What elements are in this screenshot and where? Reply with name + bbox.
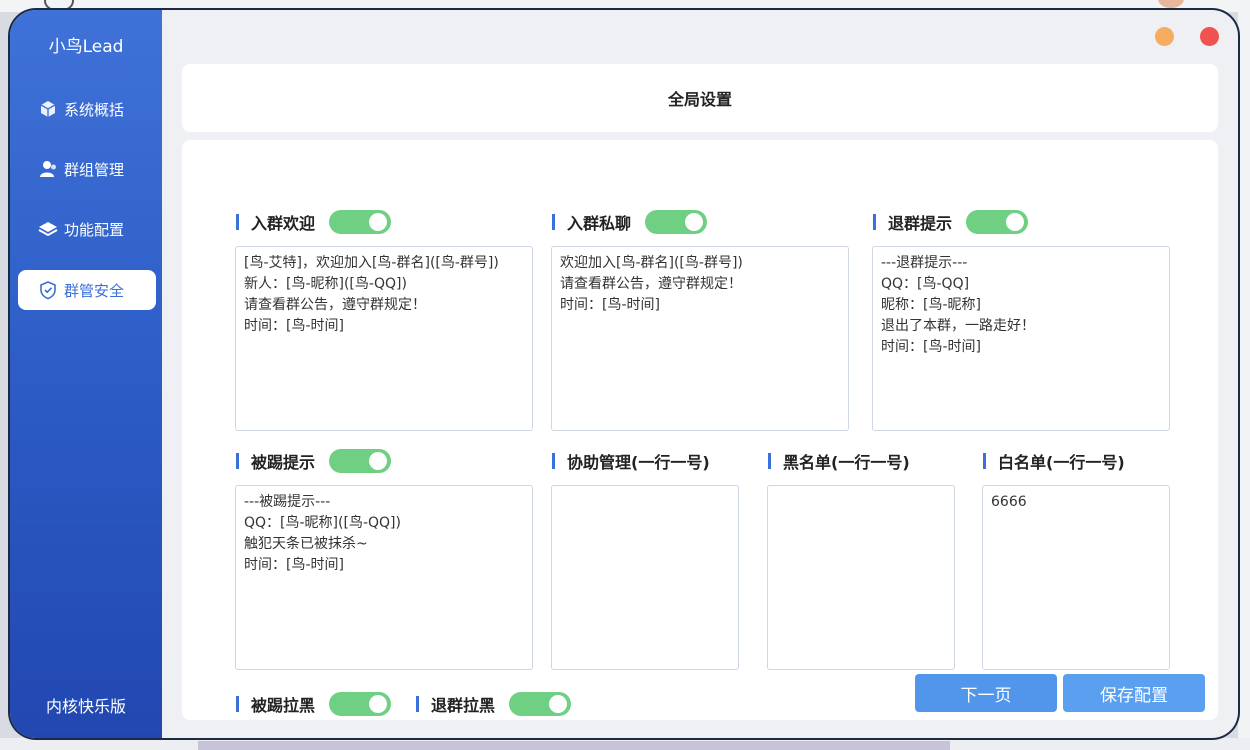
sidebar-item-label: 系统概括 [64, 100, 125, 119]
app-window: 小鸟Lead 系统概括 群组管理 功能配置 群管安全 内核快乐版 全局设置 入群… [10, 10, 1238, 738]
section-label: 白名单(一行一号) [998, 453, 1125, 472]
assist-admin-section: 协助管理(一行一号) [552, 449, 710, 473]
sidebar-item-label: 群组管理 [64, 160, 125, 179]
section-label: 被踢拉黑 [251, 696, 316, 715]
join-private-section: 入群私聊 [552, 210, 708, 234]
section-label: 入群私聊 [567, 214, 632, 233]
leave-notice-section: 退群提示 [873, 210, 1029, 234]
layers-icon [38, 219, 58, 239]
section-label: 协助管理(一行一号) [567, 453, 710, 472]
section-label: 黑名单(一行一号) [783, 453, 910, 472]
assist-admin-textarea[interactable] [551, 485, 739, 670]
section-label: 退群拉黑 [431, 696, 496, 715]
page-title: 全局设置 [667, 90, 732, 109]
leave-notice-toggle[interactable] [966, 210, 1029, 234]
toggle-knob [685, 213, 704, 231]
toggle-knob [1006, 213, 1025, 231]
leave-blacklist-toggle[interactable] [509, 692, 572, 716]
sidebar-item-feature-config[interactable]: 功能配置 [18, 209, 156, 249]
sidebar-item-overview[interactable]: 系统概括 [18, 89, 156, 129]
join-private-toggle[interactable] [645, 210, 708, 234]
join-welcome-textarea[interactable]: [鸟-艾特]，欢迎加入[鸟-群名]([鸟-群号]) 新人：[鸟-昵称]([鸟-Q… [235, 246, 533, 431]
sidebar-item-group-security[interactable]: 群管安全 [18, 270, 156, 310]
page-header: 全局设置 [182, 64, 1218, 132]
toggle-knob [549, 695, 568, 713]
leave-blacklist-section: 退群拉黑 [416, 692, 572, 716]
close-button[interactable] [1200, 27, 1219, 46]
section-label: 退群提示 [888, 214, 953, 233]
sidebar-item-label: 群管安全 [64, 281, 125, 300]
join-private-textarea[interactable]: 欢迎加入[鸟-群名]([鸟-群号]) 请查看群公告，遵守群规定！ 时间：[鸟-时… [551, 246, 849, 431]
whitelist-textarea[interactable]: 6666 [982, 485, 1170, 670]
sidebar: 小鸟Lead 系统概括 群组管理 功能配置 群管安全 内核快乐版 [10, 10, 162, 738]
version-label: 内核快乐版 [45, 697, 126, 716]
kick-notice-toggle[interactable] [329, 449, 392, 473]
next-page-button[interactable]: 下一页 [915, 674, 1057, 712]
section-marker [552, 453, 555, 469]
background-taskbar [198, 741, 950, 750]
blacklist-textarea[interactable] [767, 485, 955, 670]
section-marker [236, 453, 239, 469]
kick-blacklist-section: 被踢拉黑 [236, 692, 392, 716]
app-title: 小鸟Lead [48, 37, 124, 57]
toggle-knob [369, 213, 388, 231]
section-label: 入群欢迎 [251, 214, 316, 233]
leave-notice-textarea[interactable]: ---退群提示--- QQ：[鸟-QQ] 昵称：[鸟-昵称] 退出了本群，一路走… [872, 246, 1170, 431]
section-marker [873, 214, 876, 230]
section-label: 被踢提示 [251, 453, 316, 472]
section-marker [552, 214, 555, 230]
join-welcome-toggle[interactable] [329, 210, 392, 234]
settings-panel: 入群欢迎 [鸟-艾特]，欢迎加入[鸟-群名]([鸟-群号]) 新人：[鸟-昵称]… [182, 140, 1218, 720]
section-marker [236, 214, 239, 230]
section-marker [416, 696, 419, 712]
cube-icon [38, 99, 58, 119]
kick-blacklist-toggle[interactable] [329, 692, 392, 716]
toggle-knob [369, 452, 388, 470]
blacklist-section: 黑名单(一行一号) [768, 449, 910, 473]
sidebar-item-group-management[interactable]: 群组管理 [18, 149, 156, 189]
save-config-button[interactable]: 保存配置 [1063, 674, 1205, 712]
toggle-knob [369, 695, 388, 713]
section-marker [236, 696, 239, 712]
background-desktop-right [1238, 0, 1250, 750]
kick-notice-section: 被踢提示 [236, 449, 392, 473]
section-marker [983, 453, 986, 469]
kick-notice-textarea[interactable]: ---被踢提示--- QQ：[鸟-昵称]([鸟-QQ]) 触犯天条已被抹杀~ 时… [235, 485, 533, 670]
shield-icon [38, 280, 58, 300]
whitelist-section: 白名单(一行一号) [983, 449, 1125, 473]
section-marker [768, 453, 771, 469]
join-welcome-section: 入群欢迎 [236, 210, 392, 234]
minimize-button[interactable] [1155, 27, 1174, 46]
user-icon [38, 159, 58, 179]
sidebar-item-label: 功能配置 [64, 220, 125, 239]
